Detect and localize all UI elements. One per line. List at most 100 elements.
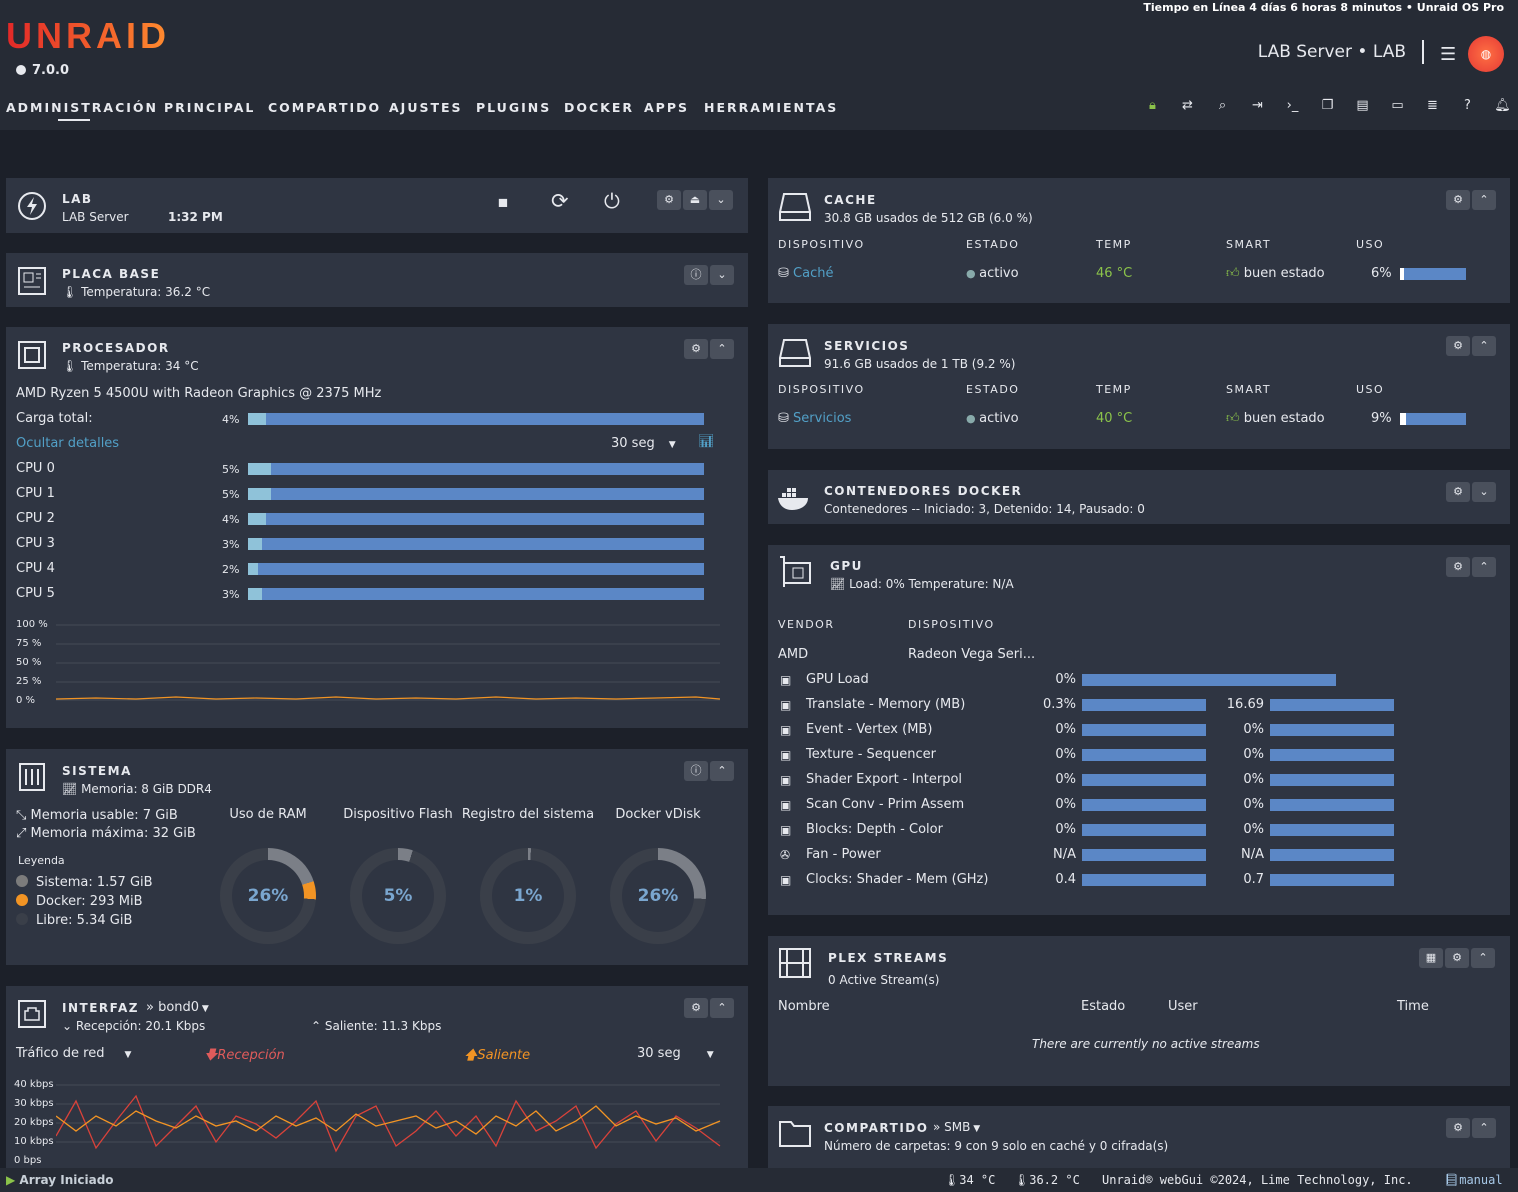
reboot-icon[interactable]: ⟳ [551,189,569,213]
donut-value: 1% [492,860,564,932]
folder-icon [779,1121,811,1147]
bell-icon[interactable]: 🔔︎ [1491,98,1514,113]
tab-plugins[interactable]: PLUGINS [476,100,551,115]
cpu-temp-text: Temperatura: 34 °C [81,359,199,373]
servicios-smart: 👍︎ buen estado [1226,411,1325,426]
settings-icon[interactable]: ⚙ [1446,557,1470,577]
up-chevron-icon: ⌃ [311,1019,325,1033]
col-user: User [1168,999,1198,1014]
settings-icon[interactable]: ⚙ [1446,190,1470,210]
feedback-icon[interactable]: ▤ [1351,98,1374,113]
tab-docker[interactable]: DOCKER [564,100,634,115]
info-icon[interactable]: ⓘ [684,761,708,781]
tab-ajustes[interactable]: AJUSTES [389,100,463,115]
chevron-up-icon[interactable]: ⌃ [710,998,734,1018]
temp-2: 🌡︎36.2 °C [1014,1173,1080,1187]
chevron-up-icon[interactable]: ⌃ [1471,948,1495,968]
chevron-down-icon[interactable]: ⌄ [1472,482,1496,502]
menu-icon[interactable]: ☰ [1440,44,1456,65]
shutdown-icon[interactable]: ⏻ [604,189,620,213]
terminal-icon[interactable]: ›_ [1281,98,1304,113]
cpu-core-value: 3% [222,588,240,601]
docker-icon [778,488,808,510]
search-icon[interactable]: ⌕ [1211,98,1234,113]
help-icon[interactable]: ? [1456,98,1479,113]
docker-summary: Contenedores -- Iniciado: 3, Detenido: 1… [824,502,1145,516]
settings-icon[interactable]: ⚙ [1446,1118,1470,1138]
version-text: 7.0.0 [32,63,70,78]
chevron-up-icon[interactable]: ⌃ [1472,190,1496,210]
chevron-down-icon[interactable]: ⌄ [709,190,733,210]
donut-value: 26% [232,860,304,932]
cpu-core-fill [248,463,271,475]
chevron-up-icon[interactable]: ⌃ [710,339,734,359]
net-interval-select[interactable]: 30 seg ▼ [637,1046,714,1061]
servicios-device-link: Servicios [793,411,852,426]
memory-icon [19,763,45,791]
avatar[interactable]: ◍ [1468,36,1504,72]
procesador-title: PROCESADOR [62,341,170,355]
gpu-metric-label: Translate - Memory (MB) [806,697,966,712]
protocol-select[interactable]: » SMB ▼ [933,1120,980,1134]
chevron-down-icon[interactable]: ⌄ [710,265,734,285]
col-nombre: Nombre [778,999,830,1014]
interval-select[interactable]: 30 seg ▼ [611,436,676,451]
gpu-metric-bar-2 [1270,749,1394,761]
tab-apps[interactable]: APPS [644,100,689,115]
settings-icon[interactable]: ⚙ [657,190,681,210]
chevron-up-icon[interactable]: ⌃ [1472,336,1496,356]
col-estado: ESTADO [966,383,1020,396]
monitor-icon[interactable]: ▭ [1386,98,1409,113]
gpu-metric-icon: ▣ [780,723,792,737]
col-dispositivo: DISPOSITIVO [778,383,865,396]
servicios-used: 91.6 GB usados de 1 TB (9.2 %) [824,357,1016,371]
settings-icon[interactable]: ⚙ [684,998,708,1018]
interface-select[interactable]: » bond0 ▼ [146,1000,209,1015]
settings-icon[interactable]: ⚙ [684,339,708,359]
chevron-up-icon[interactable]: ⌃ [1472,1118,1496,1138]
cpu-history-chart [56,624,721,701]
hide-details-link[interactable]: Ocultar detalles [16,436,119,451]
chevron-up-icon[interactable]: ⌃ [710,761,734,781]
gpu-title: GPU [830,559,863,573]
tab-principal[interactable]: PRINCIPAL [164,100,255,115]
usage-donut: 26% [220,848,316,944]
cpu-ytick: 75 % [16,638,42,649]
logout-icon[interactable]: ⇥ [1246,98,1269,113]
settings-icon[interactable]: ⚙ [1445,948,1469,968]
info-icon[interactable]: ⓘ [684,265,708,285]
disk-icon: ⛁ [778,411,794,426]
stop-icon[interactable]: ⏹︎ [498,190,508,214]
servicios-temp: 40 °C [1096,411,1133,426]
windows-icon[interactable]: ❐ [1316,98,1339,113]
cache-device[interactable]: ⛁ Caché [778,266,833,281]
cache-use-fill [1400,268,1404,280]
copyright: Unraid® webGui ©2024, Lime Technology, I… [1102,1173,1413,1187]
cpu-core-fill [248,588,262,600]
usable-text: Memoria usable: 7 GiB [30,808,178,823]
traffic-select[interactable]: Tráfico de red ▼ [16,1046,131,1061]
interfaz-tile: INTERFAZ » bond0 ▼ ⌄ Recepción: 20.1 Kbp… [6,986,748,1168]
chart-icon[interactable]: 📊︎ [698,434,715,449]
log-icon[interactable]: ≣ [1421,98,1444,113]
settings-icon[interactable]: ⚙ [1446,336,1470,356]
film-icon[interactable]: ▦ [1419,948,1443,968]
eject-icon[interactable]: ⏏ [683,190,707,210]
unraid-logo[interactable]: UNRAID [6,15,170,57]
lock-icon[interactable]: 🔒︎ [1141,98,1164,113]
tab-compartido[interactable]: COMPARTIDO [268,100,381,115]
servicios-device[interactable]: ⛁ Servicios [778,411,851,426]
chevron-up-icon[interactable]: ⌃ [1472,557,1496,577]
tab-herramientas[interactable]: HERRAMIENTAS [704,100,838,115]
tab-administracion[interactable]: ADMINISTRACIÓN [6,100,158,115]
cpu-core-label: CPU 4 [16,561,55,576]
switch-icon[interactable]: ⇄ [1176,98,1199,113]
cache-tile: CACHE 30.8 GB usados de 512 GB (6.0 %) ⚙… [768,178,1510,303]
version[interactable]: 7.0.0 [16,63,69,78]
cache-smart: 👍︎ buen estado [1226,266,1325,281]
gpu-metric-icon: ✇ [780,848,791,862]
settings-icon[interactable]: ⚙ [1446,482,1470,502]
col-time: Time [1397,999,1429,1014]
cpu-core-value: 5% [222,463,240,476]
manual-link[interactable]: 📘︎manual [1444,1173,1503,1187]
